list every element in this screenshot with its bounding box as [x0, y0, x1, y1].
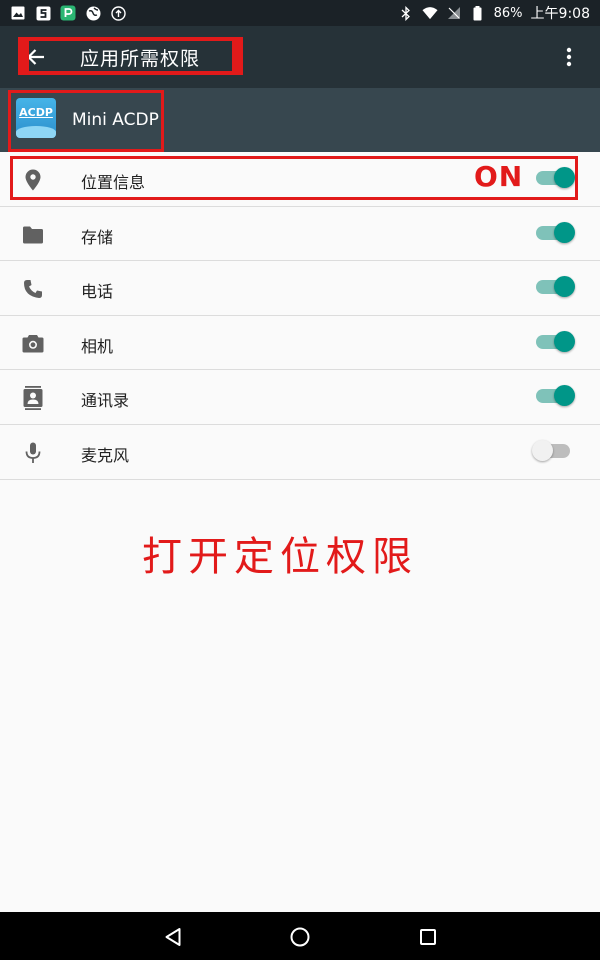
gallery-icon	[10, 5, 26, 21]
bluetooth-icon	[398, 5, 414, 21]
battery-icon	[470, 5, 486, 21]
phone-icon	[20, 276, 46, 302]
instruction-annotation: 打开定位权限	[142, 534, 418, 580]
toggle-knob	[554, 385, 575, 407]
toggle-knob	[554, 221, 575, 243]
highlight-bar-left	[20, 39, 29, 75]
contacts-toggle[interactable]	[536, 385, 575, 407]
contacts-icon	[20, 385, 46, 411]
s-app-icon	[35, 5, 51, 21]
app-highlight-box	[8, 90, 164, 152]
more-options-button[interactable]	[556, 42, 582, 72]
clock: 上午9:08	[530, 6, 590, 22]
toggle-knob	[532, 439, 553, 461]
highlight-bar-right	[232, 39, 241, 75]
upload-icon	[110, 5, 126, 21]
nav-recents-button[interactable]	[415, 924, 441, 950]
permission-row-phone[interactable]: 电话	[0, 261, 600, 316]
nav-home-button[interactable]	[287, 924, 313, 950]
wifi-icon	[422, 5, 438, 21]
permission-row-contacts[interactable]: 通讯录	[0, 370, 600, 425]
nav-back-icon	[165, 928, 181, 946]
title-highlight-box	[18, 37, 243, 75]
battery-percent: 86%	[493, 5, 523, 21]
microphone-toggle[interactable]	[532, 439, 570, 461]
phone-toggle[interactable]	[536, 276, 575, 298]
permission-label: 存储	[81, 227, 114, 247]
microphone-icon	[20, 440, 46, 466]
permission-label: 通讯录	[81, 391, 130, 411]
nav-back-button[interactable]	[160, 924, 186, 950]
globe-icon	[85, 5, 101, 21]
on-annotation: ON	[474, 160, 524, 193]
storage-toggle[interactable]	[536, 221, 575, 243]
more-vert-icon	[566, 47, 572, 67]
permission-label: 电话	[81, 282, 114, 302]
camera-toggle[interactable]	[536, 330, 575, 352]
permission-list: 位置信息 存储 电话 相机 通讯录 麦克风	[0, 152, 600, 480]
permission-row-microphone[interactable]: 麦克风	[0, 424, 600, 480]
signal-off-icon	[446, 5, 462, 21]
permission-row-storage[interactable]: 存储	[0, 206, 600, 262]
p-app-icon	[60, 5, 76, 21]
nav-recents-icon	[420, 929, 436, 945]
toggle-knob	[554, 276, 575, 298]
navigation-bar	[0, 912, 600, 960]
status-bar: 86% 上午9:08	[0, 0, 600, 26]
folder-icon	[20, 222, 46, 248]
nav-home-icon	[290, 927, 310, 947]
permission-label: 相机	[81, 336, 114, 356]
toggle-knob	[554, 330, 575, 352]
camera-icon	[20, 331, 46, 357]
permission-row-camera[interactable]: 相机	[0, 315, 600, 371]
permission-label: 麦克风	[81, 445, 130, 465]
